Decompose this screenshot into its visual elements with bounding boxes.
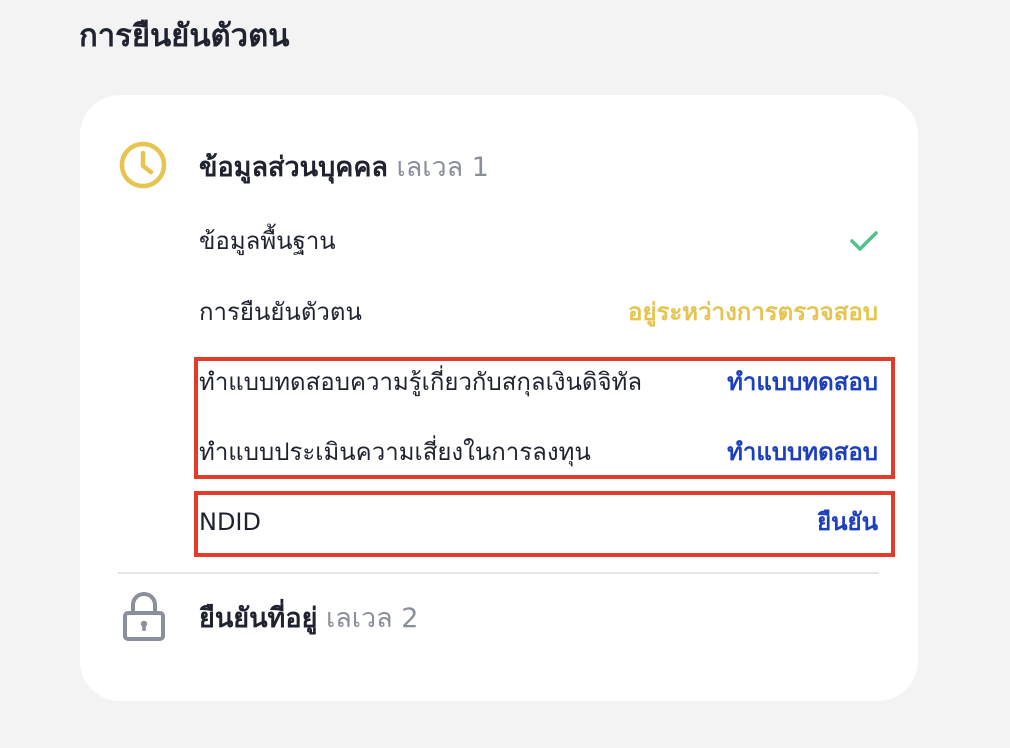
highlight-box-ndid xyxy=(194,491,895,557)
level1-title: ข้อมูลส่วนบุคคล xyxy=(199,152,388,183)
clock-icon xyxy=(118,140,168,190)
row-identity: การยืนยันตัวตน อยู่ระหว่างการตรวจสอบ xyxy=(199,290,878,334)
level1-heading: ข้อมูลส่วนบุคคล เลเวล 1 xyxy=(199,146,489,190)
status-pending: อยู่ระหว่างการตรวจสอบ xyxy=(628,298,878,326)
level2-header: ยืนยันที่อยู่ เลเวล 2 xyxy=(80,589,918,649)
level2-title: ยืนยันที่อยู่ xyxy=(199,603,318,634)
row-identity-label: การยืนยันตัวตน xyxy=(199,298,362,326)
check-icon xyxy=(850,219,878,263)
lock-icon xyxy=(121,591,171,641)
level1-header: ข้อมูลส่วนบุคคล เลเวล 1 xyxy=(80,138,918,198)
highlight-box-tests xyxy=(194,357,895,479)
level2-heading: ยืนยันที่อยู่ เลเวล 2 xyxy=(199,597,418,641)
verification-card: ข้อมูลส่วนบุคคล เลเวล 1 ข้อมูลพื้นฐาน กา… xyxy=(80,95,918,701)
page-title: การยืนยันตัวตน xyxy=(79,18,290,54)
divider xyxy=(118,572,879,574)
row-basic-info-label: ข้อมูลพื้นฐาน xyxy=(199,227,336,255)
level2-level: เลเวล 2 xyxy=(325,603,419,634)
page: การยืนยันตัวตน ข้อมูลส่วนบุคคล เลเวล 1 ข… xyxy=(0,0,1010,748)
level1-level: เลเวล 1 xyxy=(396,152,489,183)
row-basic-info: ข้อมูลพื้นฐาน xyxy=(199,219,878,263)
